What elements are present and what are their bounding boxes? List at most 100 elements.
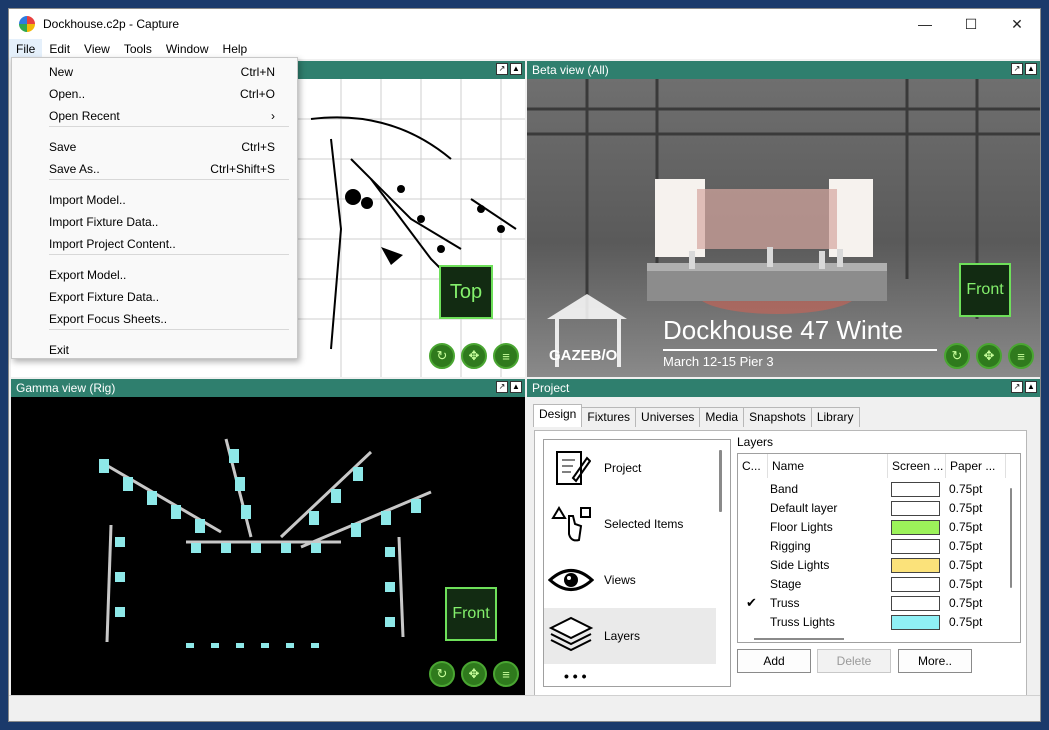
tab-snapshots[interactable]: Snapshots xyxy=(743,407,812,427)
design-tab-panel: Project Selected Items Views Layers • • … xyxy=(534,430,1027,695)
maximize-view-icon[interactable]: ▲ xyxy=(510,381,522,393)
menu-item-label: Import Project Content.. xyxy=(49,237,176,251)
table-row[interactable]: Floor Lights 0.75pt xyxy=(738,518,1004,537)
menu-item-shortcut: Ctrl+S xyxy=(241,140,275,154)
tab-media[interactable]: Media xyxy=(699,407,745,427)
maximize-view-icon[interactable]: ▲ xyxy=(1025,381,1037,393)
menu-window[interactable]: Window xyxy=(159,39,216,59)
selection-hand-icon xyxy=(546,504,596,544)
menu-separator xyxy=(49,254,289,255)
file-menu-dropdown: New Ctrl+N Open.. Ctrl+O Open Recent › Save Ctr… xyxy=(11,57,298,359)
layer-color-swatch[interactable] xyxy=(891,558,940,573)
menu-view[interactable]: View xyxy=(77,39,117,59)
more-button[interactable]: More.. xyxy=(898,649,972,673)
menu-help[interactable]: Help xyxy=(216,39,255,59)
tab-design[interactable]: Design xyxy=(533,404,583,427)
menu-icon[interactable]: ≡ xyxy=(1008,343,1034,369)
file-menu-item-open[interactable]: Open.. Ctrl+O xyxy=(12,83,297,105)
file-menu-item-import-model[interactable]: Import Model.. xyxy=(12,189,297,211)
layer-paper-width: 0.75pt xyxy=(949,539,983,553)
column-header-screen[interactable]: Screen ... xyxy=(888,454,946,478)
table-row[interactable]: Default layer 0.75pt xyxy=(738,499,1004,518)
menu-item-shortcut: › xyxy=(271,109,275,123)
sidebar-item-views[interactable]: Views xyxy=(544,552,716,608)
tab-library[interactable]: Library xyxy=(810,407,860,427)
menu-item-shortcut: Ctrl+N xyxy=(240,65,275,79)
table-row[interactable]: Rigging 0.75pt xyxy=(738,537,1004,556)
tab-universes[interactable]: Universes xyxy=(635,407,701,427)
layer-color-swatch[interactable] xyxy=(891,520,940,535)
menu-separator xyxy=(49,329,289,330)
layer-color-swatch[interactable] xyxy=(891,501,940,516)
sidebar-item-project[interactable]: Project xyxy=(544,440,716,496)
file-menu-item-save[interactable]: Save Ctrl+S xyxy=(12,136,297,158)
rotate-icon[interactable]: ↻ xyxy=(429,661,455,687)
layer-paper-width: 0.75pt xyxy=(949,596,983,610)
menu-edit[interactable]: Edit xyxy=(42,39,77,59)
rotate-icon[interactable]: ↻ xyxy=(429,343,455,369)
pan-icon[interactable]: ✥ xyxy=(976,343,1002,369)
layer-color-swatch[interactable] xyxy=(891,615,940,630)
menu-tools[interactable]: Tools xyxy=(117,39,159,59)
file-menu-item-export-model[interactable]: Export Model.. xyxy=(12,264,297,286)
pan-icon[interactable]: ✥ xyxy=(461,661,487,687)
layer-color-swatch[interactable] xyxy=(891,596,940,611)
check-icon[interactable]: ✔ xyxy=(746,595,757,611)
detach-icon[interactable]: ↗ xyxy=(1011,63,1023,75)
maximize-button[interactable]: ☐ xyxy=(948,9,994,39)
table-row[interactable]: Truss Lights 0.75pt xyxy=(738,613,1004,632)
column-header-name[interactable]: Name xyxy=(768,454,888,478)
menu-icon[interactable]: ≡ xyxy=(493,661,519,687)
beta-viewport[interactable]: GAZEB/O Dockhouse 47 Winte March 12-15 P… xyxy=(527,79,1040,377)
layer-name: Side Lights xyxy=(770,558,830,572)
file-menu-item-exit[interactable]: Exit xyxy=(12,339,297,361)
sidebar-item-selected-items[interactable]: Selected Items xyxy=(544,496,716,552)
file-menu-item-import-fixture-data[interactable]: Import Fixture Data.. xyxy=(12,211,297,233)
sidebar-item-label: Layers xyxy=(604,629,641,643)
view-orientation-label: Front xyxy=(959,263,1011,317)
menu-item-label: Open Recent xyxy=(49,109,120,123)
file-menu-item-save-as[interactable]: Save As.. Ctrl+Shift+S xyxy=(12,158,297,180)
file-menu-item-new[interactable]: New Ctrl+N xyxy=(12,61,297,83)
detach-icon[interactable]: ↗ xyxy=(496,381,508,393)
menu-file[interactable]: File xyxy=(9,39,43,59)
layers-scrollbar[interactable] xyxy=(1003,480,1019,630)
file-menu-item-export-fixture-data[interactable]: Export Fixture Data.. xyxy=(12,286,297,308)
menu-item-shortcut: Ctrl+Shift+S xyxy=(210,162,275,176)
pan-icon[interactable]: ✥ xyxy=(461,343,487,369)
maximize-view-icon[interactable]: ▲ xyxy=(510,63,522,75)
table-row[interactable]: Side Lights 0.75pt xyxy=(738,556,1004,575)
table-row[interactable]: ✔ Truss 0.75pt xyxy=(738,594,1004,613)
tab-fixtures[interactable]: Fixtures xyxy=(581,407,637,427)
close-button[interactable]: ✕ xyxy=(994,9,1040,39)
add-layer-button[interactable]: Add xyxy=(737,649,811,673)
table-row[interactable]: Stage 0.75pt xyxy=(738,575,1004,594)
window-title: Dockhouse.c2p - Capture xyxy=(43,17,180,31)
minimize-button[interactable]: — xyxy=(902,9,948,39)
layers-hscroll-thumb[interactable] xyxy=(754,638,844,640)
rig-render xyxy=(99,438,432,648)
design-sidebar: Project Selected Items Views Layers • • … xyxy=(543,439,731,687)
layer-paper-width: 0.75pt xyxy=(949,501,983,515)
column-header-paper[interactable]: Paper ... xyxy=(946,454,1006,478)
delete-layer-button[interactable]: Delete xyxy=(817,649,891,673)
layer-color-swatch[interactable] xyxy=(891,539,940,554)
sidebar-item-layers[interactable]: Layers xyxy=(544,608,716,664)
file-menu-item-import-project-content[interactable]: Import Project Content.. xyxy=(12,233,297,255)
banner-title: Dockhouse 47 Winte xyxy=(663,315,903,345)
rotate-icon[interactable]: ↻ xyxy=(944,343,970,369)
layer-color-swatch[interactable] xyxy=(891,577,940,592)
sidebar-scrollbar[interactable] xyxy=(713,440,729,686)
detach-icon[interactable]: ↗ xyxy=(1011,381,1023,393)
detach-icon[interactable]: ↗ xyxy=(496,63,508,75)
layer-paper-width: 0.75pt xyxy=(949,482,983,496)
menu-item-label: Import Model.. xyxy=(49,193,126,207)
file-menu-item-open-recent[interactable]: Open Recent › xyxy=(12,105,297,127)
file-menu-item-export-focus-sheets[interactable]: Export Focus Sheets.. xyxy=(12,308,297,330)
layer-color-swatch[interactable] xyxy=(891,482,940,497)
gamma-viewport[interactable]: Front ↻ ✥ ≡ xyxy=(11,397,525,695)
column-header-c[interactable]: C... xyxy=(738,454,768,478)
menu-icon[interactable]: ≡ xyxy=(493,343,519,369)
table-row[interactable]: Band 0.75pt xyxy=(738,480,1004,499)
maximize-view-icon[interactable]: ▲ xyxy=(1025,63,1037,75)
